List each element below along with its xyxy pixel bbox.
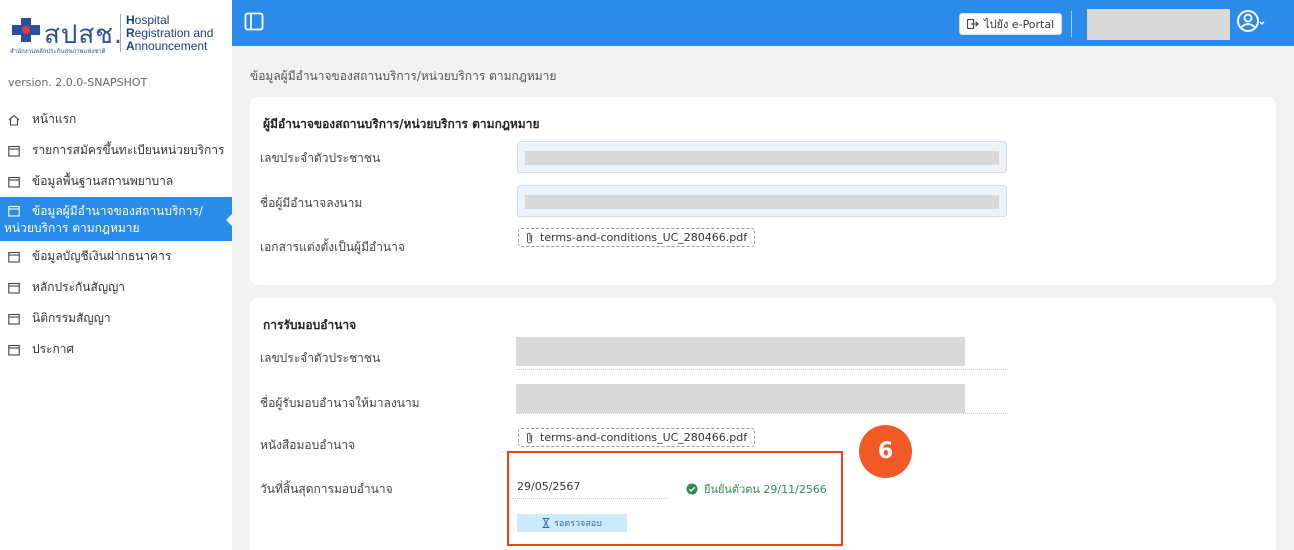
cross-emblem-icon (12, 18, 40, 42)
delegate-name-redacted (516, 384, 965, 413)
field-underline (516, 369, 1008, 370)
calendar-icon (8, 313, 20, 325)
brand-logo[interactable]: สปสช. สำนักงานหลักประกันสุขภาพแห่งชาติ H… (8, 12, 228, 56)
breadcrumb: ข้อมูลผู้มีอำนาจของสถานบริการ/หน่วยบริกา… (250, 69, 557, 83)
sidebar-item-bank-account[interactable]: ข้อมูลบัญชีเงินฝากธนาคาร (0, 241, 232, 272)
e-portal-button[interactable]: ไปยัง e-Portal (959, 13, 1063, 35)
sidebar-item-announcement[interactable]: ประกาศ (0, 334, 232, 365)
section-title: ผู้มีอำนาจของสถานบริการ/หน่วยบริการ ตามก… (263, 117, 540, 131)
sidebar-item-label: ข้อมูลพื้นฐานสถานพยาบาล (32, 174, 174, 188)
sidebar-nav: หน้าแรก รายการสมัครขึ้นทะเบียนหน่วยบริกา… (0, 104, 233, 365)
signer-name-field[interactable] (517, 185, 1007, 217)
active-caret (226, 213, 233, 227)
home-icon (8, 114, 20, 126)
sidebar-item-registration-list[interactable]: รายการสมัครขึ้นทะเบียนหน่วยบริการ (0, 135, 232, 166)
section-title: การรับมอบอำนาจ (263, 318, 357, 332)
version-label: version. 2.0.0-SNAPSHOT (8, 76, 148, 89)
sidebar-item-hospital-info[interactable]: ข้อมูลพื้นฐานสถานพยาบาล (0, 166, 232, 197)
delegate-name-label: ชื่อผู้รับมอบอำนาจให้มาลงนาม (260, 396, 420, 410)
delegate-id-redacted (516, 337, 965, 366)
field-underline (516, 413, 1008, 414)
sidebar-toggle-icon[interactable] (244, 12, 266, 32)
appointment-doc-label: เอกสารแต่งตั้งเป็นผู้มีอำนาจ (260, 240, 405, 254)
redacted-value (525, 151, 999, 165)
delegate-id-label: เลขประจำตัวประชาชน (260, 351, 381, 365)
sidebar-item-label: ข้อมูลบัญชีเงินฝากธนาคาร (32, 249, 172, 263)
signer-name-label: ชื่อผู้มีอำนาจลงนาม (260, 196, 363, 210)
sidebar-item-authorized-person[interactable]: ข้อมูลผู้มีอำนาจของสถานบริการ/ หน่วยบริก… (0, 197, 233, 241)
redacted-value (525, 195, 999, 209)
sidebar-item-contract-guarantee[interactable]: หลักประกันสัญญา (0, 272, 232, 303)
power-of-attorney-file-link[interactable]: terms-and-conditions_UC_280466.pdf (518, 428, 756, 447)
power-of-attorney-label: หนังสือมอบอำนาจ (260, 438, 356, 452)
user-avatar-icon[interactable] (1236, 9, 1266, 35)
logo-english-text: Hospital Registration and Announcement (126, 13, 214, 53)
authorized-person-card: ผู้มีอำนาจของสถานบริการ/หน่วยบริการ ตามก… (250, 97, 1276, 285)
top-header: ไปยัง e-Portal (232, 0, 1294, 46)
appointment-doc-file-link[interactable]: terms-and-conditions_UC_280466.pdf (518, 228, 756, 247)
id-number-label: เลขประจำตัวประชาชน (260, 151, 381, 165)
calendar-icon (8, 145, 20, 157)
sidebar-item-label: หลักประกันสัญญา (32, 280, 126, 294)
sidebar-item-label: หน้าแรก (32, 112, 77, 126)
sidebar-item-label: ข้อมูลผู้มีอำนาจของสถานบริการ/ หน่วยบริก… (4, 204, 203, 235)
logo-divider (120, 14, 121, 52)
paperclip-icon (527, 232, 532, 243)
sidebar-item-juristic-contract[interactable]: นิติกรรมสัญญา (0, 303, 232, 334)
step-number-badge: 6 (859, 425, 912, 478)
calendar-icon (8, 282, 20, 294)
sidebar: สปสช. สำนักงานหลักประกันสุขภาพแห่งชาติ H… (0, 0, 233, 550)
sidebar-item-label: รายการสมัครขึ้นทะเบียนหน่วยบริการ (32, 143, 225, 157)
calendar-icon (8, 251, 20, 263)
sign-out-icon (967, 19, 979, 29)
calendar-icon (8, 344, 20, 356)
highlight-annotation-box (507, 451, 843, 546)
sidebar-item-label: ประกาศ (32, 342, 75, 356)
sidebar-item-label: นิติกรรมสัญญา (32, 311, 111, 325)
header-divider (1071, 11, 1072, 37)
user-name-redacted[interactable] (1087, 9, 1230, 40)
logo-subtitle: สำนักงานหลักประกันสุขภาพแห่งชาติ (10, 48, 106, 55)
calendar-icon (8, 176, 20, 188)
paperclip-icon (527, 432, 532, 443)
id-number-field[interactable] (517, 141, 1007, 173)
sidebar-item-home[interactable]: หน้าแรก (0, 104, 232, 135)
delegation-end-date-label: วันที่สิ้นสุดการมอบอำนาจ (260, 482, 393, 496)
